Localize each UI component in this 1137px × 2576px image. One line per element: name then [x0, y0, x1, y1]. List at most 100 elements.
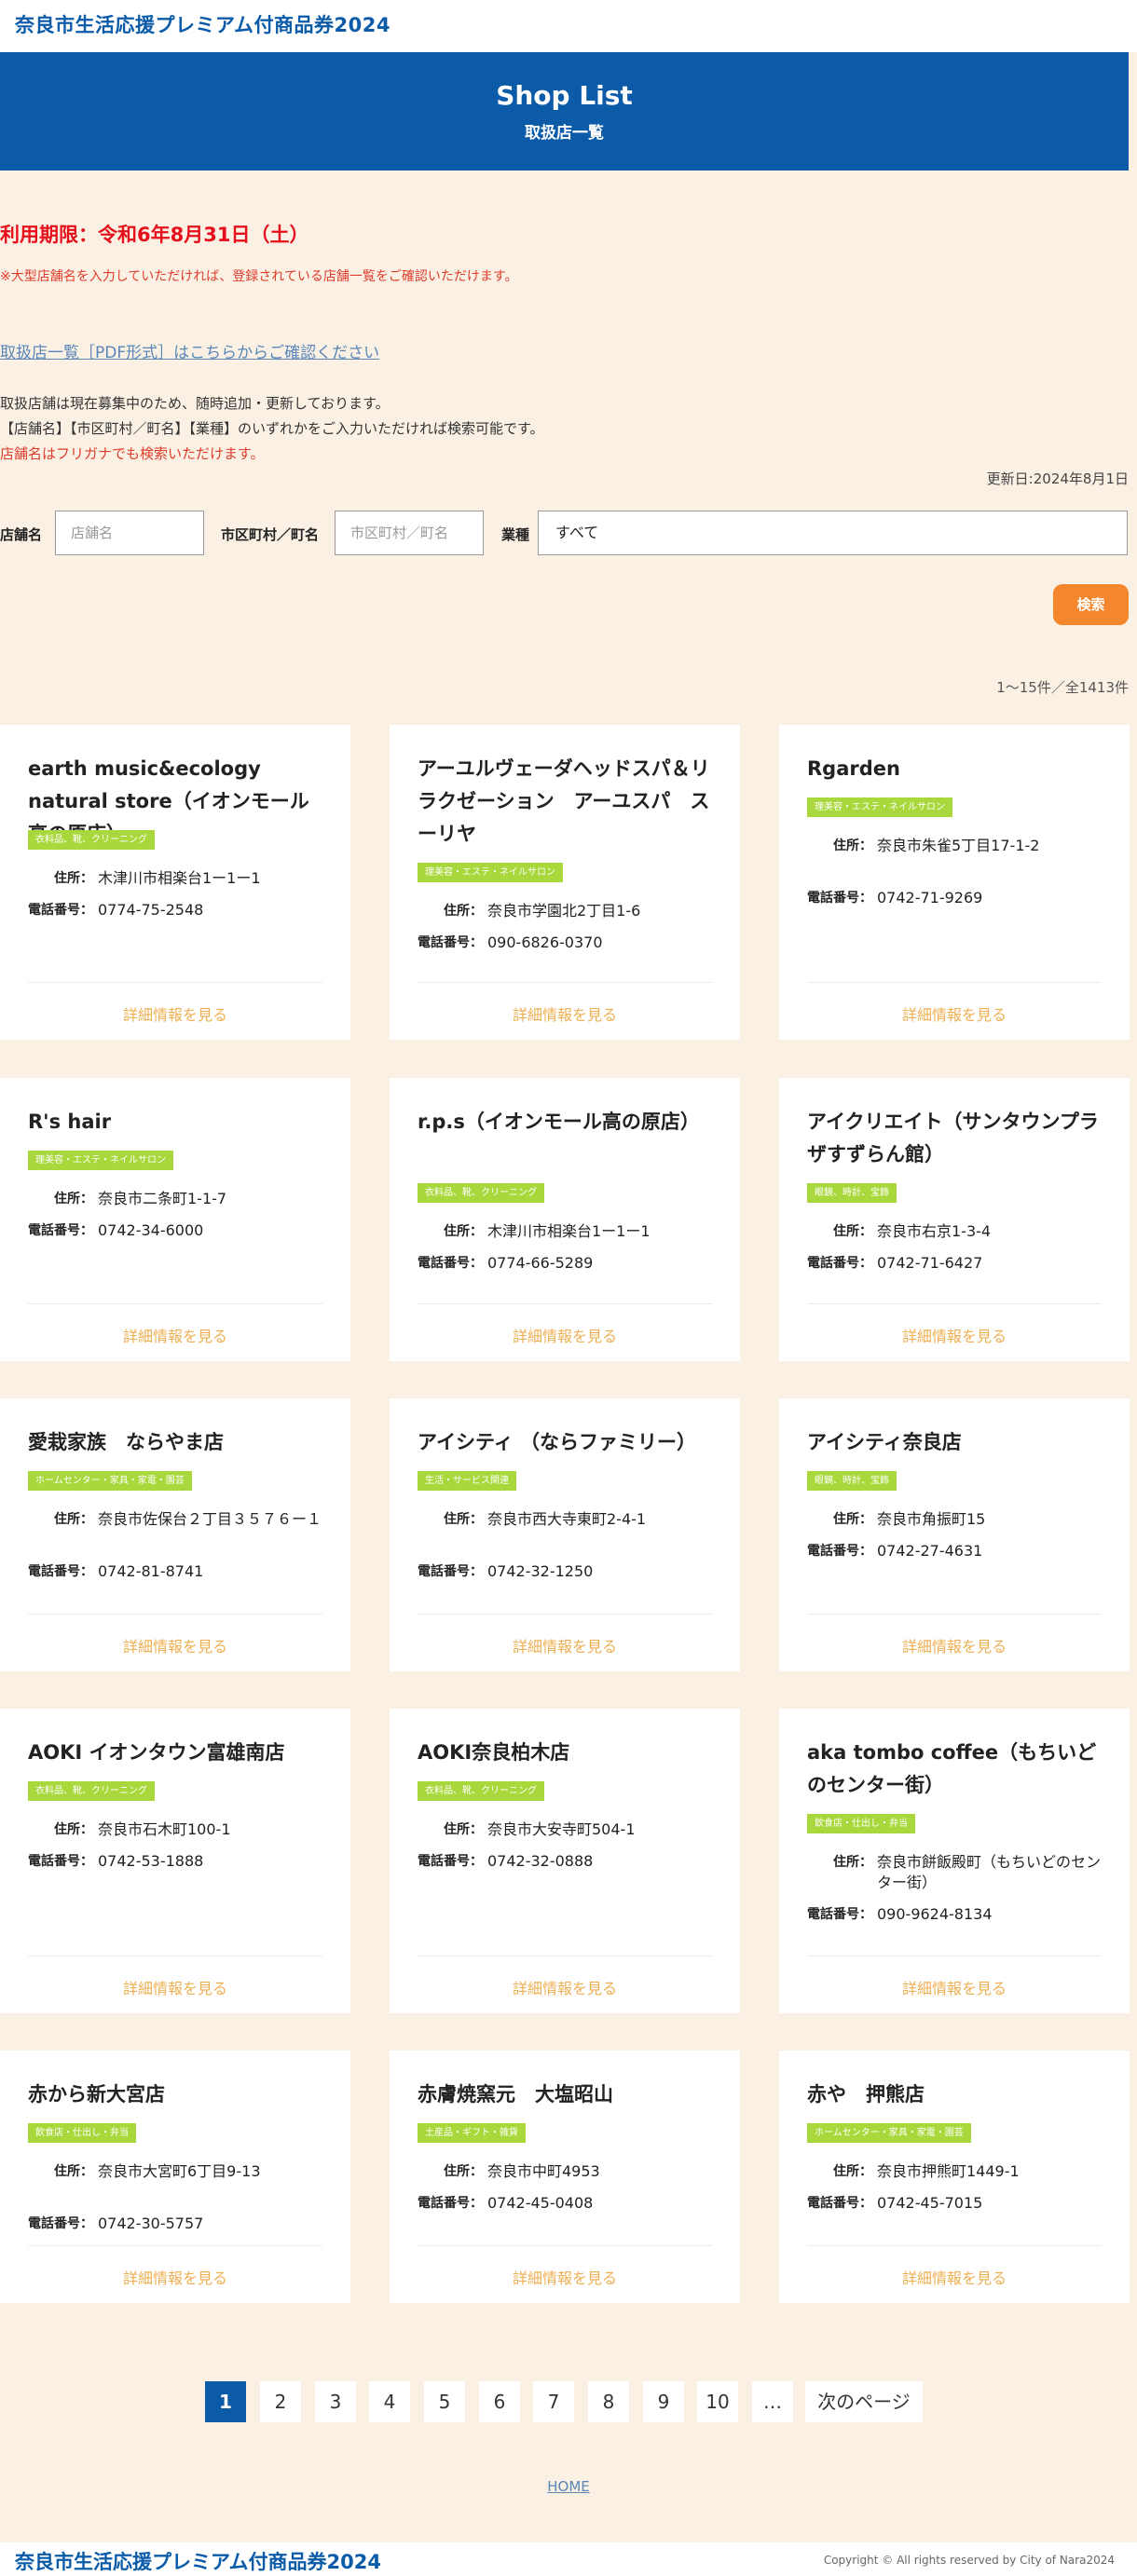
category-badge: 衣料品、靴、クリーニング	[418, 1781, 544, 1801]
area-label: 市区町村／町名	[221, 526, 320, 543]
detail-link[interactable]: 詳細情報を見る	[390, 1002, 740, 1025]
shop-name[interactable]: アイシティ （ならファミリー）	[418, 1426, 716, 1459]
shop-address: 木津川市相楽台1ー1ー1	[98, 869, 261, 887]
card-divider	[28, 982, 322, 983]
shop-name[interactable]: 赤や 押熊店	[807, 2079, 1105, 2111]
phone-label: 電話番号：	[28, 1223, 93, 1238]
detail-link[interactable]: 詳細情報を見る	[779, 1324, 1130, 1346]
category-label: 業種	[501, 526, 530, 543]
address-label: 住所：	[444, 1512, 483, 1527]
phone-label: 電話番号：	[807, 1907, 872, 1922]
address-label: 住所：	[444, 2164, 483, 2179]
page-9-button[interactable]: 9	[643, 2381, 684, 2422]
site-header: 奈良市生活応援プレミアム付商品券2024	[0, 0, 1137, 52]
card-divider	[807, 982, 1102, 983]
page-6-button[interactable]: 6	[479, 2381, 520, 2422]
store-name-input[interactable]	[55, 511, 204, 555]
shop-address: 奈良市餅飯殿町（もちいどのセンター街）	[877, 1853, 1102, 1891]
detail-link[interactable]: 詳細情報を見る	[390, 2266, 740, 2288]
card-divider	[807, 2245, 1102, 2246]
phone-label: 電話番号：	[28, 1854, 93, 1869]
shop-address: 奈良市二条町1-1-7	[98, 1190, 227, 1207]
page-2-button[interactable]: 2	[260, 2381, 301, 2422]
phone-label: 電話番号：	[418, 2196, 483, 2211]
address-label: 住所：	[54, 1512, 93, 1527]
next-page-button[interactable]: 次のページ	[805, 2381, 923, 2422]
detail-link[interactable]: 詳細情報を見る	[0, 1976, 350, 1998]
detail-link[interactable]: 詳細情報を見る	[0, 2266, 350, 2288]
address-label: 住所：	[444, 1822, 483, 1837]
card-divider	[418, 2245, 712, 2246]
shop-name[interactable]: アーユルヴェーダヘッドスパ＆リラクゼーション アーユスパ スーリヤ	[418, 753, 716, 851]
shop-name[interactable]: Rgarden	[807, 753, 1105, 785]
shop-phone: 0774-75-2548	[98, 901, 204, 919]
phone-label: 電話番号：	[807, 2196, 872, 2211]
phone-label: 電話番号：	[28, 903, 93, 918]
shop-phone: 090-6826-0370	[487, 934, 603, 951]
detail-link[interactable]: 詳細情報を見る	[390, 1324, 740, 1346]
shop-card: アーユルヴェーダヘッドスパ＆リラクゼーション アーユスパ スーリヤ理美容・エステ…	[390, 725, 740, 1040]
phone-label: 電話番号：	[418, 935, 483, 950]
shop-address: 奈良市石木町100-1	[98, 1820, 231, 1838]
shop-name[interactable]: r.p.s（イオンモール高の原店）	[418, 1106, 716, 1138]
detail-link[interactable]: 詳細情報を見る	[0, 1002, 350, 1025]
shop-card: Rgarden 理美容・エステ・ネイルサロン 住所： 奈良市朱雀5丁目17-1-2 電話…	[779, 725, 1130, 1040]
shop-card: アイシティ （ならファミリー） 生活・サービス関連 住所： 奈良市西大寺東町2-4-1…	[390, 1398, 740, 1671]
site-title[interactable]: 奈良市生活応援プレミアム付商品券2024	[15, 10, 390, 38]
page-4-button[interactable]: 4	[369, 2381, 410, 2422]
detail-link[interactable]: 詳細情報を見る	[779, 2266, 1130, 2288]
page-10-button[interactable]: 10	[697, 2381, 738, 2422]
shop-name[interactable]: R's hair	[28, 1106, 326, 1138]
shop-phone: 0742-81-8741	[98, 1562, 204, 1580]
page-1-button[interactable]: 1	[205, 2381, 246, 2422]
shop-phone: 090-9624-8134	[877, 1905, 993, 1923]
shop-name[interactable]: 赤から新大宮店	[28, 2079, 326, 2111]
phone-label: 電話番号：	[28, 2216, 93, 2231]
shop-name[interactable]: AOKI奈良柏木店	[418, 1737, 716, 1769]
search-button[interactable]: 検索	[1053, 584, 1129, 625]
shop-card: 赤膚焼窯元 大塩昭山 土産品・ギフト・雑貨 住所： 奈良市中町4953 電話番号： 074…	[390, 2051, 740, 2303]
address-label: 住所：	[833, 2164, 872, 2179]
phone-label: 電話番号：	[807, 891, 872, 906]
footer-title[interactable]: 奈良市生活応援プレミアム付商品券2024	[15, 2547, 381, 2575]
shop-name[interactable]: 愛栽家族 ならやま店	[28, 1426, 326, 1459]
detail-link[interactable]: 詳細情報を見る	[779, 1634, 1130, 1656]
detail-link[interactable]: 詳細情報を見る	[0, 1634, 350, 1656]
category-select[interactable]: すべて	[538, 511, 1128, 555]
shop-name[interactable]: アイシティ奈良店	[807, 1426, 1105, 1459]
category-badge: 理美容・エステ・ネイルサロン	[28, 1151, 173, 1170]
phone-label: 電話番号：	[28, 1564, 93, 1579]
shop-card: 赤から新大宮店 飲食店・仕出し・弁当 住所： 奈良市大宮町6丁目9-13 電話番号： 07…	[0, 2051, 350, 2303]
site-footer: 奈良市生活応援プレミアム付商品券2024 Copyright © All rig…	[0, 2542, 1137, 2576]
area-input[interactable]	[335, 511, 484, 555]
shop-phone: 0742-30-5757	[98, 2215, 204, 2232]
shop-phone: 0742-71-6427	[877, 1254, 983, 1272]
phone-label: 電話番号：	[807, 1256, 872, 1271]
shop-phone: 0742-32-0888	[487, 1852, 594, 1870]
page-7-button[interactable]: 7	[533, 2381, 574, 2422]
pdf-list-link[interactable]: 取扱店一覧［PDF形式］はこちらからご確認ください	[0, 339, 379, 362]
page-3-button[interactable]: 3	[315, 2381, 356, 2422]
shop-address: 奈良市佐保台２丁目３５７６ー１	[98, 1510, 322, 1528]
category-badge: 飲食店・仕出し・弁当	[28, 2123, 136, 2143]
shop-name[interactable]: アイクリエイト（サンタウンプラザすずらん館）	[807, 1106, 1105, 1171]
detail-link[interactable]: 詳細情報を見る	[0, 1324, 350, 1346]
detail-link[interactable]: 詳細情報を見る	[779, 1976, 1130, 1998]
phone-label: 電話番号：	[807, 1544, 872, 1559]
shop-address: 奈良市西大寺東町2-4-1	[487, 1510, 647, 1528]
category-badge: 理美容・エステ・ネイルサロン	[418, 863, 563, 882]
detail-link[interactable]: 詳細情報を見る	[390, 1634, 740, 1656]
shop-card: r.p.s（イオンモール高の原店） 衣料品、靴、クリーニング 住所： 木津川市相楽台1…	[390, 1078, 740, 1361]
detail-link[interactable]: 詳細情報を見る	[390, 1976, 740, 1998]
page-8-button[interactable]: 8	[588, 2381, 629, 2422]
address-label: 住所：	[54, 1192, 93, 1206]
shop-phone: 0742-45-0408	[487, 2194, 594, 2212]
shop-card: 愛栽家族 ならやま店 ホームセンター・家具・家電・園芸 住所： 奈良市佐保台２丁目３５…	[0, 1398, 350, 1671]
home-link[interactable]: HOME	[0, 2478, 1137, 2495]
shop-name[interactable]: AOKI イオンタウン富雄南店	[28, 1737, 326, 1769]
shop-name[interactable]: aka tombo coffee（もちいどのセンター街）	[807, 1737, 1105, 1802]
detail-link[interactable]: 詳細情報を見る	[779, 1002, 1130, 1025]
hero-banner: Shop List 取扱店一覧	[0, 52, 1129, 170]
page-5-button[interactable]: 5	[424, 2381, 465, 2422]
shop-name[interactable]: 赤膚焼窯元 大塩昭山	[418, 2079, 716, 2111]
